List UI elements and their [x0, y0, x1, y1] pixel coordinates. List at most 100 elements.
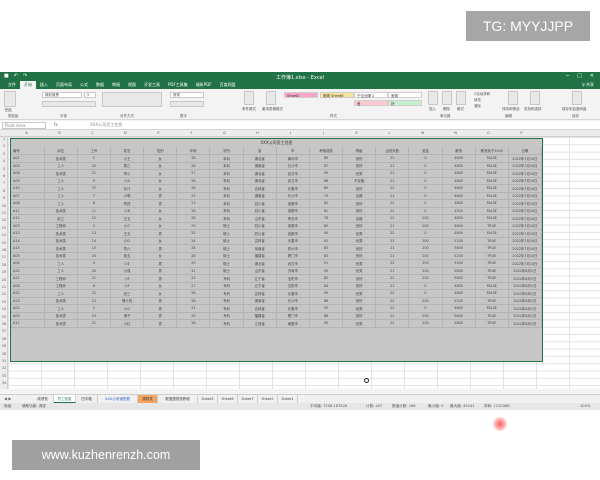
table-cell[interactable]: 200: [408, 319, 443, 328]
style-normal[interactable]: 常规: [388, 92, 422, 98]
table-cell[interactable]: 良好: [342, 207, 377, 215]
table-row[interactable]: A21 工程师 21 小F 男 23 专科 辽宁省 沈阳市 82 良好 22 200 5600 TRUE 20…: [11, 274, 543, 283]
status-accessibility[interactable]: 辅助功能: 调查: [22, 403, 46, 410]
table-cell[interactable]: 2022年8月1日: [508, 312, 543, 320]
table-cell[interactable]: TRUE: [475, 237, 509, 245]
column-header[interactable]: K: [340, 130, 373, 137]
table-cell[interactable]: 工人: [44, 192, 78, 200]
table-cell[interactable]: 21: [375, 192, 410, 200]
table-cell[interactable]: TRUE: [475, 244, 509, 253]
table-cell[interactable]: 22: [375, 297, 410, 305]
row-header[interactable]: 13: [0, 226, 8, 230]
sheet-tab[interactable]: 成绩表: [32, 395, 54, 403]
table-cell[interactable]: 女: [143, 289, 178, 298]
column-header[interactable]: E: [142, 130, 175, 137]
table-cell[interactable]: 奖金: [408, 147, 443, 155]
table-cell[interactable]: 济南市: [276, 267, 310, 275]
table-cell[interactable]: 姓名: [110, 147, 145, 155]
table-cell[interactable]: 工人: [44, 289, 78, 298]
table-cell[interactable]: 硕士: [209, 252, 244, 260]
menu-data[interactable]: 数据: [92, 81, 108, 89]
table-cell[interactable]: 21: [375, 222, 410, 230]
column-header[interactable]: G: [208, 130, 241, 137]
table-cell[interactable]: 青岛市: [276, 214, 310, 223]
table-cell[interactable]: 82: [309, 199, 344, 208]
close-button[interactable]: ✕: [590, 73, 594, 79]
table-cell[interactable]: 4800: [442, 169, 476, 178]
table-cell[interactable]: 11: [77, 207, 111, 215]
table-cell[interactable]: 良好: [342, 162, 377, 170]
table-cell[interactable]: 良好: [342, 222, 377, 230]
table-cell[interactable]: 4: [77, 259, 111, 268]
table-cell[interactable]: 26: [176, 319, 211, 328]
table-cell[interactable]: 技术类: [44, 237, 78, 245]
table-row[interactable]: A14 技术类 14 小D 女 24 硕士 吉林省 长春市 92 优秀 22 200 5200 TRUE 20…: [11, 237, 543, 245]
table-cell[interactable]: 4600: [442, 192, 476, 200]
row-header[interactable]: 2: [0, 144, 8, 148]
table-cell[interactable]: 技术类: [44, 252, 78, 260]
table-cell[interactable]: A12: [11, 214, 45, 223]
table-cell[interactable]: 工人: [44, 199, 78, 208]
table-cell[interactable]: 良好: [342, 184, 377, 193]
table-cell[interactable]: 硕士: [209, 229, 244, 238]
table-cell[interactable]: 专科: [209, 282, 244, 290]
table-cell[interactable]: 良好: [342, 252, 377, 260]
table-cell[interactable]: 硕士: [209, 259, 244, 268]
table-cell[interactable]: 1: [77, 154, 111, 163]
table-cell[interactable]: 小C: [110, 222, 145, 230]
table-row[interactable]: A20 工人 20 小强男 31 硕士 山东省 济南市 90 优秀 21 200 5800 TRUE 202…: [11, 267, 543, 275]
table-cell[interactable]: 小B: [110, 207, 145, 215]
table-cell[interactable]: 四川省: [243, 222, 277, 230]
minimize-button[interactable]: ─: [566, 73, 569, 79]
table-cell[interactable]: 厦门市: [276, 312, 310, 320]
table-row[interactable]: A10 工人 37 孙乃女 26 本科 吉林省 长春市 80 良好 22 0 4600 FALSE 2022…: [11, 184, 543, 193]
table-cell[interactable]: 7: [77, 192, 111, 200]
table-cell[interactable]: 21: [375, 244, 410, 253]
table-cell[interactable]: 21: [77, 169, 111, 178]
table-cell[interactable]: 技术类: [44, 244, 78, 253]
table-cell[interactable]: 本科: [209, 214, 244, 223]
table-cell[interactable]: 小G: [110, 304, 145, 313]
column-header[interactable]: N: [439, 130, 472, 137]
table-cell[interactable]: 87: [309, 162, 344, 170]
table-cell[interactable]: 22: [77, 289, 111, 298]
row-header[interactable]: 7: [0, 181, 8, 185]
table-cell[interactable]: 2022年7月10日: [508, 154, 543, 163]
table-cell[interactable]: 4800: [442, 289, 476, 298]
table-cell[interactable]: 技术类: [44, 169, 78, 178]
menu-foxit-pdf[interactable]: 福昕PDF: [192, 81, 216, 89]
table-cell[interactable]: 13: [77, 229, 111, 238]
table-cell[interactable]: 28: [176, 214, 211, 223]
table-cell[interactable]: 四川省: [243, 199, 277, 208]
table-cell[interactable]: 4800: [442, 177, 476, 185]
table-cell[interactable]: 本科: [209, 192, 244, 200]
table-cell[interactable]: 3: [77, 222, 111, 230]
table-cell[interactable]: 成都市: [276, 222, 310, 230]
row-header[interactable]: 32: [0, 366, 8, 370]
table-cell[interactable]: 技术类: [44, 229, 78, 238]
column-header[interactable]: F: [175, 130, 208, 137]
table-cell[interactable]: 200: [408, 267, 443, 275]
table-cell[interactable]: 2022年8月1日: [508, 274, 543, 283]
table-cell[interactable]: 82: [309, 274, 344, 283]
menu-formulas[interactable]: 公式: [76, 81, 92, 89]
table-cell[interactable]: A01: [11, 154, 45, 163]
table-cell[interactable]: 2022年7月10日: [508, 177, 543, 185]
table-cell[interactable]: 90: [309, 229, 344, 238]
table-cell[interactable]: 68: [309, 177, 344, 185]
column-header[interactable]: M: [406, 130, 439, 137]
name-box[interactable]: Pivot Area: [2, 122, 46, 129]
table-cell[interactable]: 武汉市: [276, 259, 310, 268]
table-cell[interactable]: 2022年7月10日: [508, 214, 543, 223]
table-cell[interactable]: A02: [11, 304, 45, 313]
menu-page-layout[interactable]: 页面布局: [52, 81, 76, 89]
table-cell[interactable]: 22: [375, 154, 410, 163]
table-cell[interactable]: A23: [11, 297, 45, 305]
table-cell[interactable]: 周三: [110, 162, 145, 170]
table-cell[interactable]: 20: [77, 252, 111, 260]
column-header[interactable]: P: [505, 130, 538, 137]
table-cell[interactable]: 岗位: [44, 147, 78, 155]
table-cell[interactable]: 湖北省: [243, 154, 277, 163]
clear-button[interactable]: 清除: [474, 104, 481, 109]
menu-pdf-tools[interactable]: PDF工具集: [164, 81, 192, 89]
